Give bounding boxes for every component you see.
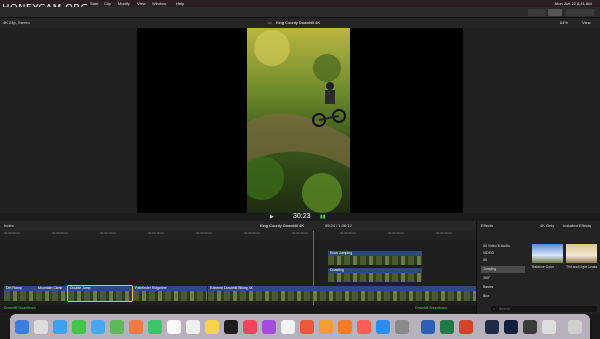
effect-name: Balance Color [532,265,554,269]
appstore2-icon[interactable] [376,320,390,334]
category-header: VIDEO [483,251,494,255]
audio-meter-icon: ▮▮ [320,214,326,220]
ruler-tick: 00:00:45:00 [436,231,452,235]
menu-bar: Start Clip Modify View Window Help Mon J… [0,0,600,7]
ruler-tick: 00:00:20:00 [196,231,212,235]
ruler-tick: 00:00:35:00 [340,231,356,235]
installed-effects-menu[interactable]: Installed Effects [563,223,591,228]
main-clip[interactable]: Mountain Climb [36,286,68,301]
ruler-tick: 00:00:25:00 [244,231,260,235]
film-icon: ▭ [268,20,272,25]
effect-name: Tint and Light Leaks [566,265,598,269]
safari-icon[interactable] [53,320,67,334]
ruler-tick: 00:00:40:00 [388,231,404,235]
video-frame [247,28,350,213]
timecode: 30:23 [293,213,311,220]
audio-track: Downhill Soundtrack Downhill Soundtrack [0,305,476,313]
effect-thumb[interactable] [532,244,563,263]
project-name: King County Downhill 4K [260,223,305,228]
music-icon[interactable] [243,320,257,334]
search-icon: ⌕ [493,307,495,311]
effects-search-input[interactable]: ⌕ Search [491,306,597,312]
excel-icon[interactable] [440,320,454,334]
tv-icon[interactable] [224,320,238,334]
category-item[interactable]: Blur [481,293,525,300]
menu-window[interactable]: Window [152,0,166,7]
messages-icon[interactable] [72,320,86,334]
transport-bar: ▶ 30:23 ▮▮ [0,213,600,221]
powerpoint-icon[interactable] [459,320,473,334]
search-placeholder: Search [499,307,511,311]
play-icon[interactable]: ▶ [270,214,274,220]
timeline-position: 05:24 / 1:06:12 [325,223,352,228]
trash-icon[interactable] [568,320,582,334]
main-clip[interactable]: Extreme Downhill Biking 4K [208,286,476,301]
calendar-icon[interactable] [167,320,181,334]
launchpad-icon[interactable] [34,320,48,334]
layout-button[interactable] [528,9,546,16]
viewer-header: 4K 24p, Stereo ▭ King County Downhill 4K… [0,18,600,28]
photos-icon[interactable] [129,320,143,334]
category-item[interactable]: All Video & Audio [481,243,525,250]
menu-clip[interactable]: Clip [104,0,111,7]
menu-start[interactable]: Start [90,0,98,7]
settings-icon[interactable] [395,320,409,334]
ruler-tick: 00:00:30:00 [292,231,308,235]
main-clip[interactable]: Dirt Ramp [4,286,36,301]
viewer-title: King County Downhill 4K [276,20,321,25]
category-item-selected[interactable]: Jumping [481,266,525,273]
dock [10,314,590,339]
lightroom-icon[interactable] [485,320,499,334]
downloads-icon[interactable] [542,320,556,334]
zoom-menu[interactable]: 84% [560,18,568,28]
category-item[interactable]: 360° [481,275,525,282]
connected-clip[interactable]: Coasting [328,268,422,282]
reminders-icon[interactable] [186,320,200,334]
share-button[interactable] [566,9,594,16]
soundtrack-label: Downhill Soundtrack [415,306,447,310]
category-item[interactable]: Basics [481,284,525,291]
category-item[interactable]: All [481,257,525,264]
index-tab[interactable]: Index [4,221,14,231]
4k-toggle[interactable] [548,9,562,16]
effects-browser: Effects 4K Only Installed Effects All Vi… [476,221,600,314]
ruler-tick: 00:00:00:00 [4,231,20,235]
finalcut-icon[interactable] [523,320,537,334]
word-icon[interactable] [421,320,435,334]
numbers-icon[interactable] [338,320,352,334]
connected-clip[interactable]: Rock Jumping [328,251,422,265]
notes-icon[interactable] [205,320,219,334]
menubar-clock: Mon Jun 22 8:41 AM [555,1,592,6]
effect-thumb[interactable] [566,244,597,263]
menu-modify[interactable]: Modify [118,0,130,7]
main-clip-selected[interactable]: Double Jump [67,285,133,302]
4k-only-filter[interactable]: 4K Only [540,223,554,228]
toolbar [0,7,600,18]
main-clip[interactable]: Pathfinder Ridgeline [133,286,207,301]
timeline[interactable]: Rock Jumping Coasting Dirt Ramp Mountain… [0,231,476,314]
ruler-tick: 00:00:15:00 [148,231,164,235]
pages-icon[interactable] [319,320,333,334]
facetime-icon[interactable] [148,320,162,334]
ruler-tick: 00:00:10:00 [100,231,116,235]
soundtrack-label: Downhill Soundtrack [4,306,36,310]
timeline-header: Index King County Downhill 4K 05:24 / 1:… [0,221,476,231]
ruler-tick: 00:00:05:00 [52,231,68,235]
news-icon[interactable] [281,320,295,334]
podcasts-icon[interactable] [262,320,276,334]
keynote-icon[interactable] [300,320,314,334]
finder-icon[interactable] [15,320,29,334]
appstore-icon[interactable] [357,320,371,334]
timeline-ruler: 00:00:00:00 00:00:05:00 00:00:10:00 00:0… [0,231,476,240]
menu-view[interactable]: View [137,0,146,7]
format-label: 4K 24p, Stereo [3,20,30,25]
mail-icon[interactable] [91,320,105,334]
photoshop-icon[interactable] [504,320,518,334]
maps-icon[interactable] [110,320,124,334]
menu-help[interactable]: Help [176,0,184,7]
effects-title: Effects [481,223,494,228]
view-menu[interactable]: View [582,18,591,28]
